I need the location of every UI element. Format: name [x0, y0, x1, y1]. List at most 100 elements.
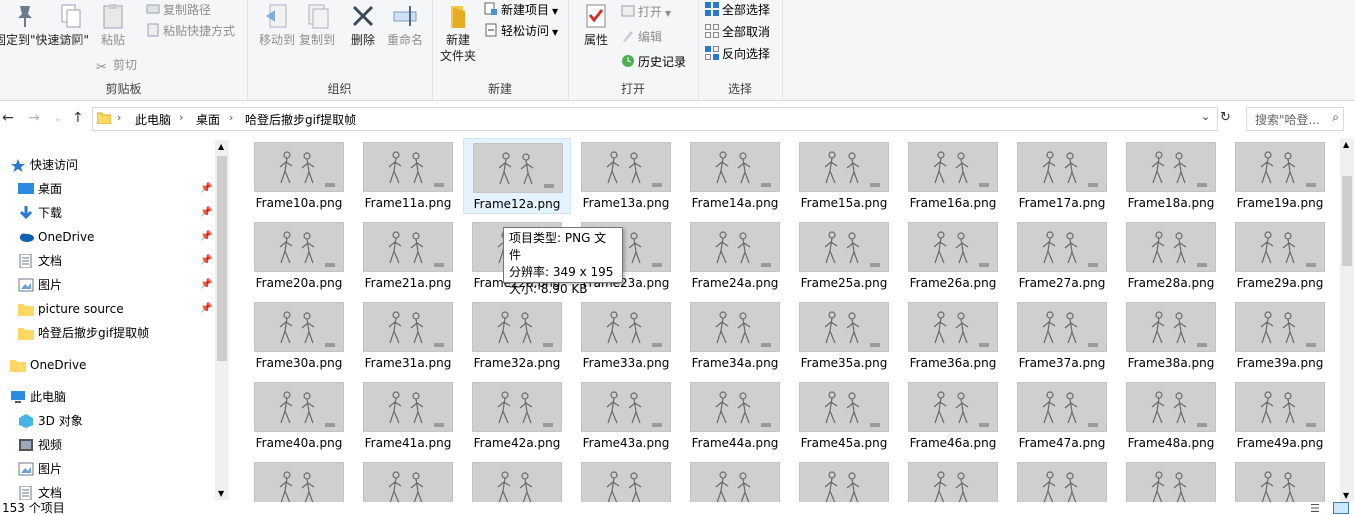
cut-button[interactable]: ✂ 剪切 — [96, 55, 137, 75]
file-item[interactable] — [1008, 458, 1116, 502]
rename-button[interactable]: 重命名 — [384, 2, 426, 48]
file-item[interactable]: Frame20a.png — [245, 218, 353, 294]
address-dropdown-icon[interactable]: ⌄ — [1201, 110, 1210, 123]
sidebar-item-onedrive[interactable]: OneDrive — [18, 226, 94, 248]
file-item[interactable] — [354, 458, 462, 502]
file-item[interactable]: Frame38a.png — [1117, 298, 1225, 374]
breadcrumb-desktop[interactable]: 桌面 — [196, 111, 220, 128]
recent-chevron-icon[interactable]: ⌄ — [54, 114, 62, 124]
pin-icon[interactable]: 📌 — [200, 279, 212, 290]
file-item[interactable]: Frame49a.png — [1226, 378, 1334, 454]
file-item[interactable]: Frame12a.png — [463, 138, 571, 214]
scroll-up-icon[interactable]: ▲ — [218, 142, 224, 151]
file-item[interactable]: Frame18a.png — [1117, 138, 1225, 214]
sidebar-item-pictures-2[interactable]: 图片 — [18, 458, 62, 480]
file-item[interactable]: Frame25a.png — [790, 218, 898, 294]
file-item[interactable]: Frame30a.png — [245, 298, 353, 374]
copy-to-button[interactable]: 复制到 — [292, 2, 342, 48]
file-item[interactable]: Frame32a.png — [463, 298, 571, 374]
open-button[interactable]: 打开 ▼ — [621, 2, 671, 22]
file-item[interactable]: Frame10a.png — [245, 138, 353, 214]
file-item[interactable]: Frame42a.png — [463, 378, 571, 454]
breadcrumb-chevron-icon[interactable]: › — [229, 111, 233, 124]
pin-to-quick-access-button[interactable]: 固定到"快速访问" — [0, 2, 89, 48]
sidebar-item-picture-source[interactable]: picture source — [18, 298, 124, 320]
breadcrumb-this-pc[interactable]: 此电脑 — [135, 111, 171, 128]
scroll-down-icon[interactable]: ▼ — [218, 489, 224, 498]
file-item[interactable]: Frame21a.png — [354, 218, 462, 294]
select-none-button[interactable]: 全部取消 — [705, 22, 770, 42]
file-item[interactable]: Frame34a.png — [681, 298, 789, 374]
sidebar-scrollbar[interactable]: ▲ ▼ — [215, 140, 229, 500]
breadcrumb-chevron-icon[interactable]: › — [117, 111, 121, 124]
large-icons-view-icon[interactable] — [1333, 502, 1349, 514]
file-item[interactable]: Frame13a.png — [572, 138, 680, 214]
scroll-down-icon[interactable]: ▼ — [1343, 491, 1349, 500]
breadcrumb-current-folder[interactable]: 哈登后撤步gif提取帧 — [245, 111, 356, 128]
file-item[interactable]: Frame45a.png — [790, 378, 898, 454]
address-bar[interactable]: › 此电脑 › 桌面 › 哈登后撤步gif提取帧 ⌄ — [92, 107, 1218, 131]
delete-button[interactable]: 删除 — [345, 2, 381, 48]
file-item[interactable] — [1226, 458, 1334, 502]
search-icon[interactable]: ⌕ — [1332, 110, 1339, 125]
file-item[interactable]: Frame41a.png — [354, 378, 462, 454]
easy-access-button[interactable]: 轻松访问 ▼ — [484, 21, 558, 41]
file-item[interactable] — [572, 458, 680, 502]
file-item[interactable]: Frame31a.png — [354, 298, 462, 374]
back-arrow-icon[interactable]: ← — [2, 110, 14, 126]
sidebar-item-documents[interactable]: 文档 — [18, 250, 62, 272]
new-folder-button[interactable]: 新建 文件夹 — [436, 2, 480, 64]
file-item[interactable]: Frame44a.png — [681, 378, 789, 454]
paste-button[interactable]: 粘贴 — [95, 2, 131, 48]
file-item[interactable]: Frame27a.png — [1008, 218, 1116, 294]
content-scroll-thumb[interactable] — [1342, 176, 1352, 266]
file-item[interactable] — [463, 458, 571, 502]
file-item[interactable] — [790, 458, 898, 502]
search-input[interactable]: 搜索"哈登... — [1255, 111, 1320, 128]
file-item[interactable]: Frame24a.png — [681, 218, 789, 294]
select-all-button[interactable]: 全部选择 — [705, 0, 770, 20]
file-item[interactable]: Frame48a.png — [1117, 378, 1225, 454]
sidebar-item-this-pc[interactable]: 此电脑 — [10, 386, 66, 408]
refresh-icon[interactable]: ↻ — [1220, 110, 1231, 125]
file-item[interactable]: Frame33a.png — [572, 298, 680, 374]
file-item[interactable] — [681, 458, 789, 502]
file-item[interactable]: Frame11a.png — [354, 138, 462, 214]
file-item[interactable]: Frame17a.png — [1008, 138, 1116, 214]
scroll-up-icon[interactable]: ▲ — [1343, 140, 1349, 149]
properties-button[interactable]: 属性 — [576, 2, 616, 48]
file-item[interactable]: Frame14a.png — [681, 138, 789, 214]
edit-button[interactable]: 编辑 — [621, 27, 662, 47]
sidebar-item-desktop[interactable]: 桌面 — [18, 178, 62, 200]
new-item-button[interactable]: 新建项目 ▼ — [484, 0, 558, 20]
pin-icon[interactable]: 📌 — [200, 255, 212, 266]
file-item[interactable]: Frame26a.png — [899, 218, 1007, 294]
file-item[interactable] — [1117, 458, 1225, 502]
file-item[interactable]: Frame39a.png — [1226, 298, 1334, 374]
sidebar-item-3d-objects[interactable]: 3D 对象 — [18, 410, 83, 432]
file-item[interactable]: Frame47a.png — [1008, 378, 1116, 454]
sidebar-item-pictures[interactable]: 图片 — [18, 274, 62, 296]
sidebar-item-videos[interactable]: 视频 — [18, 434, 62, 456]
file-item[interactable]: Frame46a.png — [899, 378, 1007, 454]
file-item[interactable]: Frame28a.png — [1117, 218, 1225, 294]
file-item[interactable]: Frame15a.png — [790, 138, 898, 214]
pin-icon[interactable]: 📌 — [200, 207, 212, 218]
file-item[interactable] — [245, 458, 353, 502]
search-box[interactable]: 搜索"哈登... ⌕ — [1246, 107, 1344, 131]
pin-icon[interactable]: 📌 — [200, 303, 212, 314]
sidebar-item-harden-folder[interactable]: 哈登后撤步gif提取帧 — [18, 322, 149, 344]
file-item[interactable]: Frame16a.png — [899, 138, 1007, 214]
up-arrow-icon[interactable]: ↑ — [72, 110, 84, 126]
sidebar-scroll-thumb[interactable] — [217, 156, 227, 361]
file-item[interactable]: Frame40a.png — [245, 378, 353, 454]
sidebar-item-onedrive-folder[interactable]: OneDrive — [10, 354, 86, 376]
sidebar-item-downloads[interactable]: 下载 — [18, 202, 62, 224]
file-item[interactable]: Frame43a.png — [572, 378, 680, 454]
paste-shortcut-button[interactable]: 粘贴快捷方式 — [146, 21, 235, 41]
forward-arrow-icon[interactable]: → — [28, 110, 40, 126]
invert-selection-button[interactable]: 反向选择 — [705, 44, 770, 64]
breadcrumb-chevron-icon[interactable]: › — [179, 111, 183, 124]
file-item[interactable]: Frame35a.png — [790, 298, 898, 374]
pin-icon[interactable]: 📌 — [200, 231, 212, 242]
